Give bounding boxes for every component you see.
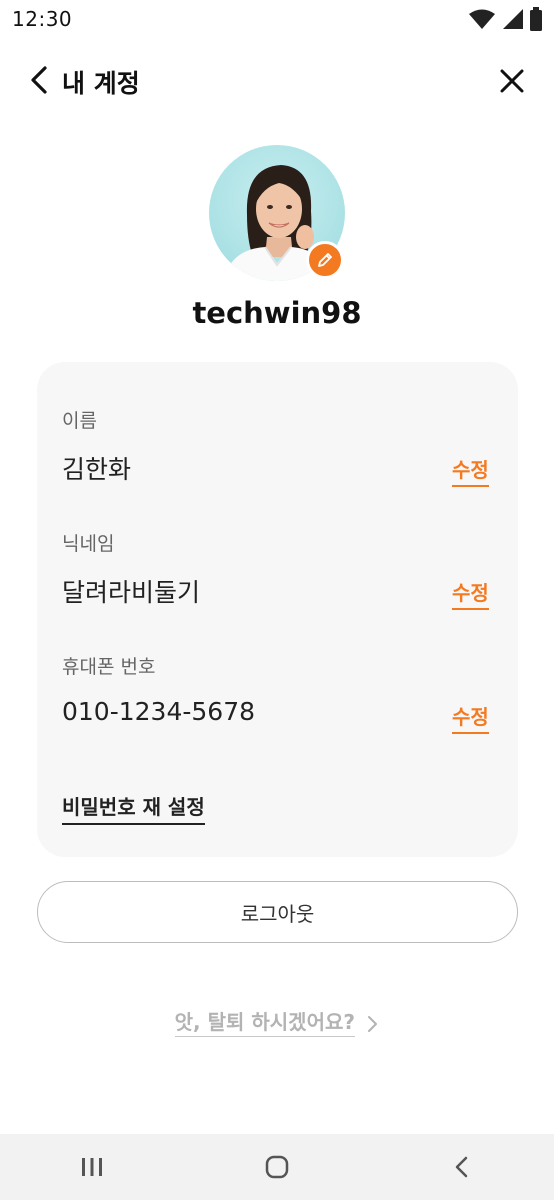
account-info-card: 이름 김한화 수정 닉네임 달려라비둘기 수정 휴대폰 번호 010-1234-… <box>37 362 518 857</box>
cell-signal-icon <box>503 9 523 29</box>
status-bar: 12:30 <box>0 0 554 38</box>
phone-label: 휴대폰 번호 <box>62 656 156 678</box>
reset-password-link[interactable]: 비밀번호 재 설정 <box>62 791 205 825</box>
close-icon <box>500 69 524 93</box>
system-nav-bar <box>0 1134 554 1200</box>
recent-apps-button[interactable] <box>62 1142 122 1192</box>
nickname-label: 닉네임 <box>62 533 115 555</box>
recent-apps-icon <box>82 1158 103 1176</box>
edit-name-button[interactable]: 수정 <box>452 454 489 487</box>
pencil-icon <box>318 253 332 267</box>
edit-phone-button[interactable]: 수정 <box>452 701 489 734</box>
home-button[interactable] <box>247 1142 307 1192</box>
back-icon <box>455 1156 467 1178</box>
close-button[interactable] <box>497 66 527 96</box>
home-icon <box>265 1155 289 1179</box>
logout-button[interactable]: 로그아웃 <box>37 881 518 943</box>
status-icons <box>468 7 542 31</box>
phone-value: 010-1234-5678 <box>62 697 256 726</box>
wifi-icon <box>469 9 495 29</box>
back-button[interactable] <box>28 64 52 96</box>
chevron-left-icon <box>31 66 47 94</box>
name-label: 이름 <box>62 410 97 432</box>
battery-icon <box>530 7 542 31</box>
header: 내 계정 <box>0 50 554 110</box>
chevron-right-icon <box>368 1015 378 1032</box>
username: techwin98 <box>192 296 362 330</box>
withdraw-link[interactable]: 앗, 탈퇴 하시겠어요? <box>0 1006 554 1037</box>
avatar-container <box>209 145 345 281</box>
withdraw-label: 앗, 탈퇴 하시겠어요? <box>174 1010 355 1037</box>
edit-photo-button[interactable] <box>306 241 344 279</box>
edit-nickname-button[interactable]: 수정 <box>452 577 489 610</box>
system-back-button[interactable] <box>432 1142 492 1192</box>
status-time: 12:30 <box>12 7 73 31</box>
page-title: 내 계정 <box>62 69 140 98</box>
name-value: 김한화 <box>62 455 132 484</box>
nickname-value: 달려라비둘기 <box>62 578 201 607</box>
